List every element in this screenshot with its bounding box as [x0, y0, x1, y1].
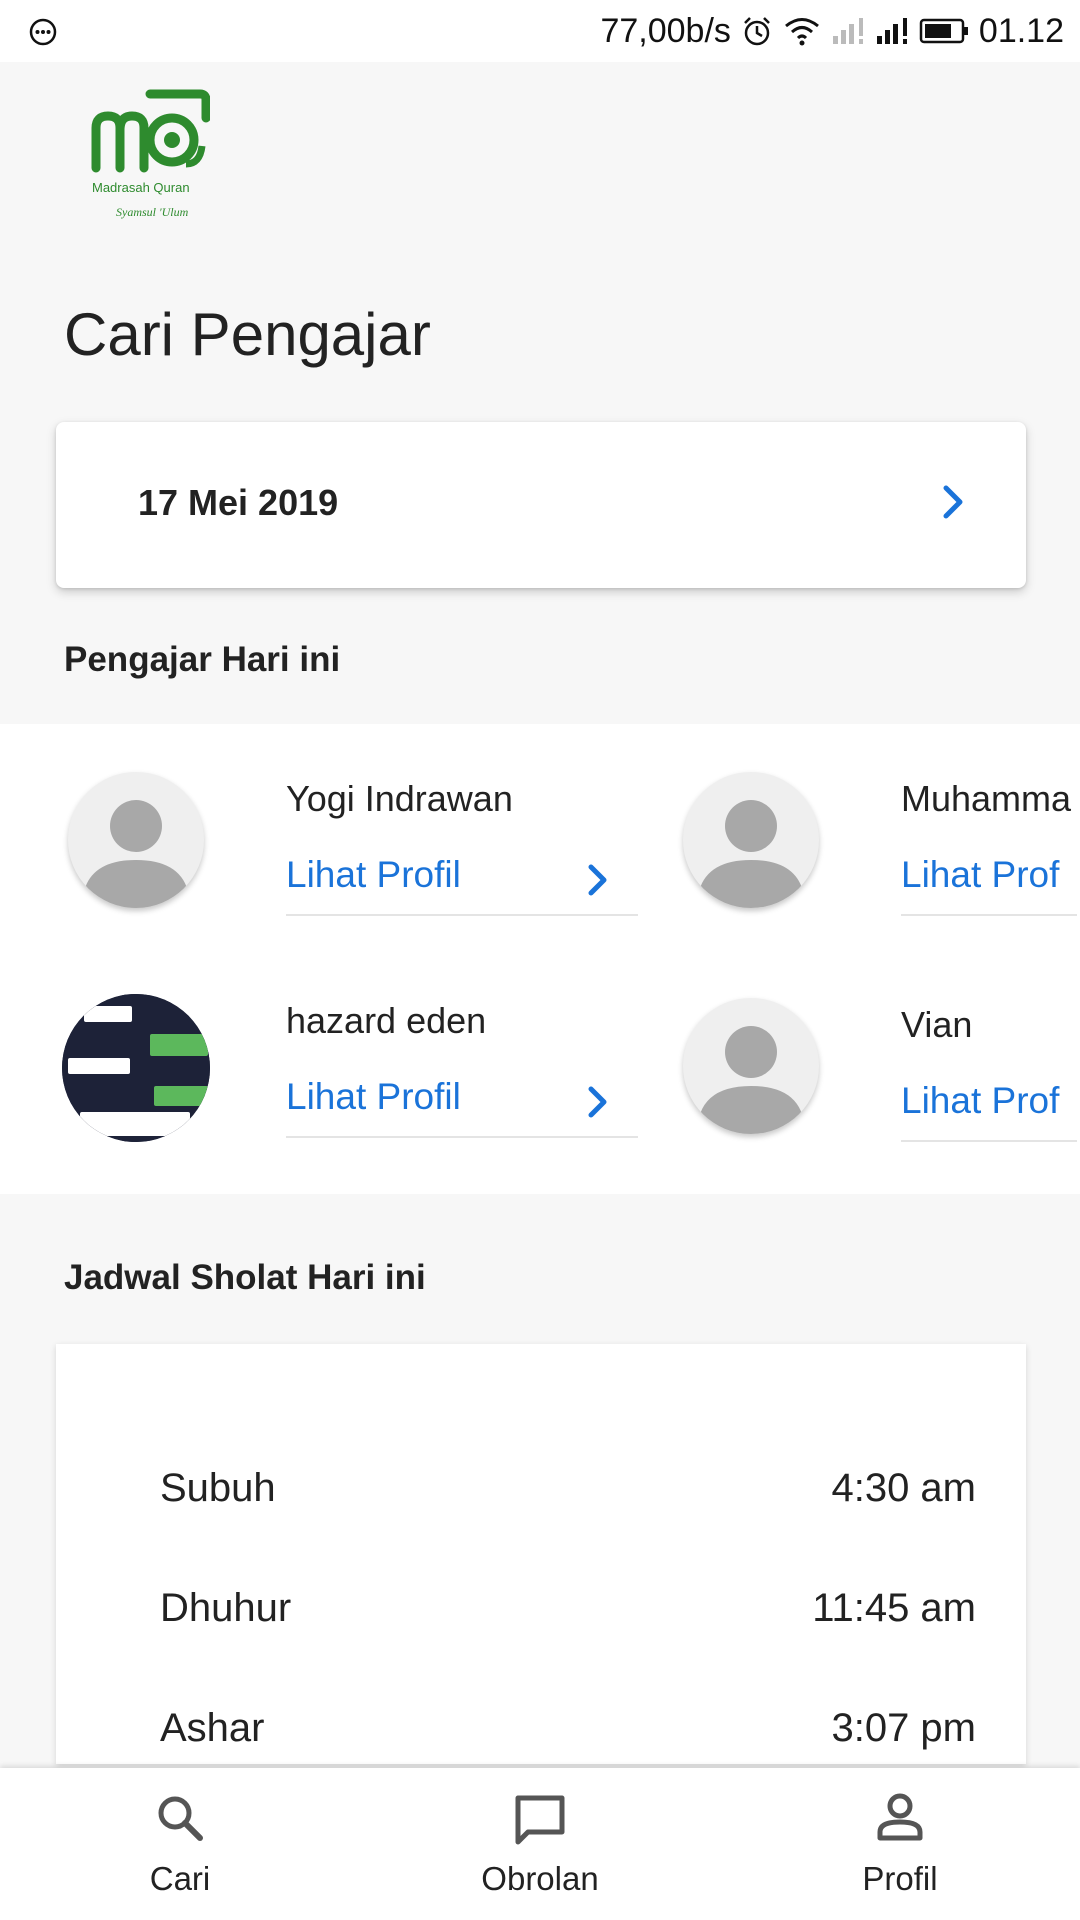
network-speed: 77,00b/s	[600, 11, 731, 50]
teacher-card: Yogi Indrawan Lihat Profil	[68, 772, 668, 972]
chevron-right-icon	[588, 864, 607, 896]
view-profile-label: Lihat Profil	[286, 854, 461, 895]
teacher-name: Yogi Indrawan	[286, 778, 513, 819]
svg-text:Madrasah Quran: Madrasah Quran	[92, 180, 190, 195]
chevron-right-icon[interactable]	[938, 482, 968, 522]
view-profile-link[interactable]: Lihat Profil	[286, 1066, 638, 1138]
search-icon	[158, 1796, 203, 1841]
teacher-name: Vian	[901, 1004, 973, 1045]
prayer-section-heading: Jadwal Sholat Hari ini	[64, 1258, 426, 1297]
default-avatar	[683, 998, 819, 1134]
prayer-times-card: Subuh 4:30 am Dhuhur 11:45 am Ashar 3:07…	[56, 1344, 1026, 1764]
view-profile-link[interactable]: Lihat Profil	[286, 844, 638, 916]
page-title: Cari Pengajar	[64, 301, 431, 368]
view-profile-link[interactable]: Lihat Prof	[901, 844, 1077, 916]
clock-time: 01.12	[978, 11, 1064, 50]
app-logo: Madrasah Quran Syamsul 'Ulum	[91, 89, 210, 219]
prayer-time: 3:07 pm	[831, 1706, 976, 1750]
teacher-name: Muhamma	[901, 778, 1072, 819]
signal-icon	[876, 18, 907, 44]
chevron-right-icon	[588, 1086, 607, 1118]
teachers-list: Yogi Indrawan Lihat Profil Muhamma Lihat…	[0, 724, 1080, 1194]
photo-avatar	[62, 994, 210, 1142]
bottom-navigation: Cari Obrolan Profil	[0, 1768, 1080, 1920]
view-profile-label: Lihat Profil	[286, 1076, 461, 1117]
teachers-section-heading: Pengajar Hari ini	[64, 640, 341, 679]
default-avatar	[68, 772, 204, 908]
teacher-name: hazard eden	[286, 1000, 487, 1041]
prayer-name: Subuh	[160, 1466, 276, 1510]
prayer-name: Ashar	[160, 1706, 265, 1750]
prayer-row: Dhuhur 11:45 am	[160, 1586, 976, 1646]
wifi-icon	[784, 18, 819, 46]
view-profile-label: Lihat Prof	[901, 854, 1060, 895]
view-profile-link[interactable]: Lihat Prof	[901, 1070, 1077, 1142]
nav-item-profile[interactable]: Profil	[790, 1768, 1010, 1920]
nav-item-search[interactable]: Cari	[70, 1768, 290, 1920]
prayer-name: Dhuhur	[160, 1586, 292, 1630]
nav-label: Cari	[149, 1860, 211, 1897]
default-avatar	[683, 772, 819, 908]
alarm-icon	[744, 17, 770, 46]
prayer-time: 11:45 am	[812, 1586, 976, 1630]
prayer-row: Ashar 3:07 pm	[160, 1706, 976, 1764]
nav-label: Obrolan	[481, 1860, 599, 1897]
nav-item-chat[interactable]: Obrolan	[430, 1768, 650, 1920]
teacher-card: Vian Lihat Prof	[683, 998, 1080, 1194]
nav-label: Profil	[862, 1860, 938, 1897]
selected-date: 17 Mei 2019	[138, 482, 339, 523]
signal-icon	[832, 18, 863, 44]
battery-icon	[919, 18, 968, 44]
chat-bubble-icon	[29, 18, 57, 46]
prayer-row: Subuh 4:30 am	[160, 1466, 976, 1526]
teacher-card: Muhamma Lihat Prof	[683, 772, 1080, 972]
person-icon	[877, 1793, 923, 1841]
teacher-card: hazard eden Lihat Profil	[62, 994, 662, 1194]
prayer-time: 4:30 am	[831, 1466, 976, 1510]
date-selector-card[interactable]: 17 Mei 2019	[56, 422, 1026, 588]
status-bar: 77,00b/s 01.12	[0, 0, 1080, 62]
chat-icon	[515, 1795, 565, 1845]
svg-text:Syamsul 'Ulum: Syamsul 'Ulum	[116, 205, 189, 219]
view-profile-label: Lihat Prof	[901, 1080, 1060, 1121]
